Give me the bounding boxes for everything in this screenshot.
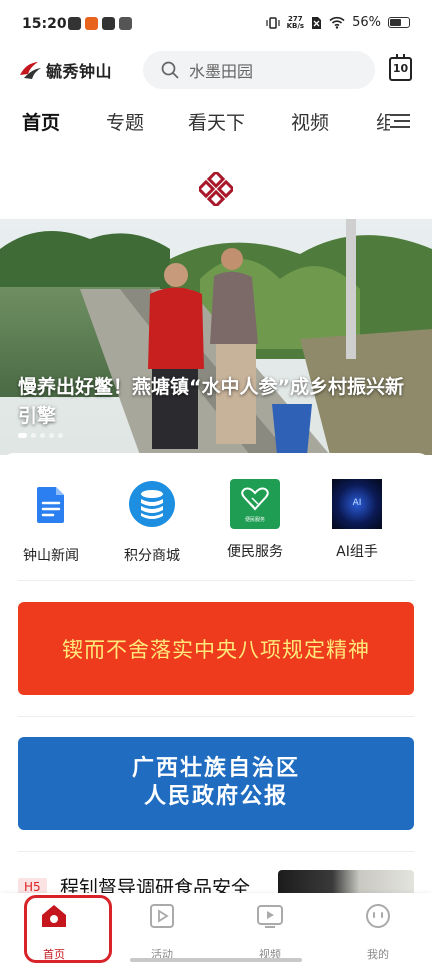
nav-activity[interactable]: 活动 <box>122 903 202 962</box>
app-logo[interactable]: 毓秀钟山 <box>18 58 112 82</box>
quick-link-points-mall[interactable]: 积分商城 <box>107 479 197 565</box>
play-square-icon <box>150 904 174 928</box>
tab-video[interactable]: 视频 <box>291 108 329 135</box>
content-card: 钟山新闻 积分商城 便民服务 便民服务 AI AI组手 锲而不舍落实中央八项规定… <box>0 453 432 910</box>
app-notification-icon <box>68 17 81 30</box>
battery-icon <box>388 17 410 28</box>
promo-text: 锲而不舍落实中央八项规定精神 <box>62 637 370 662</box>
system-home-indicator[interactable] <box>130 958 302 962</box>
quick-link-label: 钟山新闻 <box>23 548 79 564</box>
quick-link-label: 便民服务 <box>227 544 283 560</box>
icon-caption: 便民服务 <box>244 517 265 523</box>
promo-banner-gazette[interactable]: 广西壮族自治区 人民政府公报 <box>18 737 414 830</box>
carousel-dot <box>18 433 27 438</box>
carousel-dot <box>40 433 45 438</box>
no-sim-icon <box>312 16 322 29</box>
network-speed: 277 KB/s <box>286 15 305 30</box>
logo-mark-icon <box>20 62 41 79</box>
calendar-icon[interactable]: 10 <box>389 54 412 81</box>
icon-caption: AI <box>352 498 362 508</box>
status-indicators: 277 KB/s 56% <box>266 15 410 30</box>
app-notification-icon <box>119 17 132 30</box>
tab-topics[interactable]: 专题 <box>106 108 144 135</box>
vibrate-icon <box>266 16 280 29</box>
carousel-indicator <box>18 433 63 438</box>
profile-face-icon <box>366 904 390 928</box>
divider <box>18 716 414 717</box>
nav-video[interactable]: 视频 <box>230 903 310 962</box>
search-placeholder: 水墨田园 <box>189 62 254 81</box>
headline-banner[interactable]: 慢养出好鳖！燕塘镇“水中人参”成乡村振兴新引擎 <box>0 219 432 455</box>
nav-home-highlight <box>24 895 112 963</box>
app-notification-icon <box>85 17 98 30</box>
channel-tabs: 首页 专题 看天下 视频 组 <box>0 104 432 140</box>
quick-link-label: 积分商城 <box>124 548 180 564</box>
search-input[interactable]: 水墨田园 <box>143 51 375 89</box>
promo-line-1: 广西壮族自治区 <box>131 755 300 781</box>
network-speed-unit: KB/s <box>286 21 305 30</box>
quick-link-label: AI组手 <box>336 544 378 560</box>
promo-banner-eight-rules[interactable]: 锲而不舍落实中央八项规定精神 <box>18 602 414 695</box>
quick-link-services[interactable]: 便民服务 便民服务 <box>210 479 300 561</box>
wifi-icon <box>329 16 345 29</box>
calendar-day: 10 <box>392 62 409 75</box>
banner-title: 慢养出好鳖！燕塘镇“水中人参”成乡村振兴新引擎 <box>18 376 404 427</box>
divider <box>18 580 414 581</box>
video-icon <box>257 905 283 928</box>
database-coins-icon <box>129 481 175 527</box>
carousel-dot <box>58 433 63 438</box>
promo-line-2: 人民政府公报 <box>143 783 288 809</box>
carousel-dot <box>31 433 36 438</box>
carousel-dot <box>49 433 54 438</box>
tab-world[interactable]: 看天下 <box>188 108 245 135</box>
nav-label: 我的 <box>367 948 389 961</box>
quick-link-ai[interactable]: AI AI组手 <box>312 479 402 561</box>
handshake-service-icon: 便民服务 <box>230 479 280 529</box>
status-time: 15:20 <box>22 16 67 32</box>
app-notification-icon <box>102 17 115 30</box>
nav-profile[interactable]: 我的 <box>338 903 418 962</box>
notification-icons <box>68 17 132 30</box>
app-header: 毓秀钟山 水墨田园 10 <box>0 48 432 92</box>
battery-percent: 56% <box>352 15 381 30</box>
tab-home[interactable]: 首页 <box>22 108 60 135</box>
decorative-knot-icon <box>199 172 233 206</box>
ai-icon: AI <box>332 479 382 529</box>
logo-text: 毓秀钟山 <box>46 62 113 81</box>
divider <box>18 851 414 852</box>
quick-link-news[interactable]: 钟山新闻 <box>6 479 96 565</box>
tab-partial[interactable]: 组 <box>376 108 390 135</box>
status-bar: 15:20 277 KB/s 56% <box>0 0 432 48</box>
search-icon <box>161 61 179 79</box>
tabs-menu-icon[interactable] <box>390 112 410 130</box>
document-icon <box>37 487 64 523</box>
